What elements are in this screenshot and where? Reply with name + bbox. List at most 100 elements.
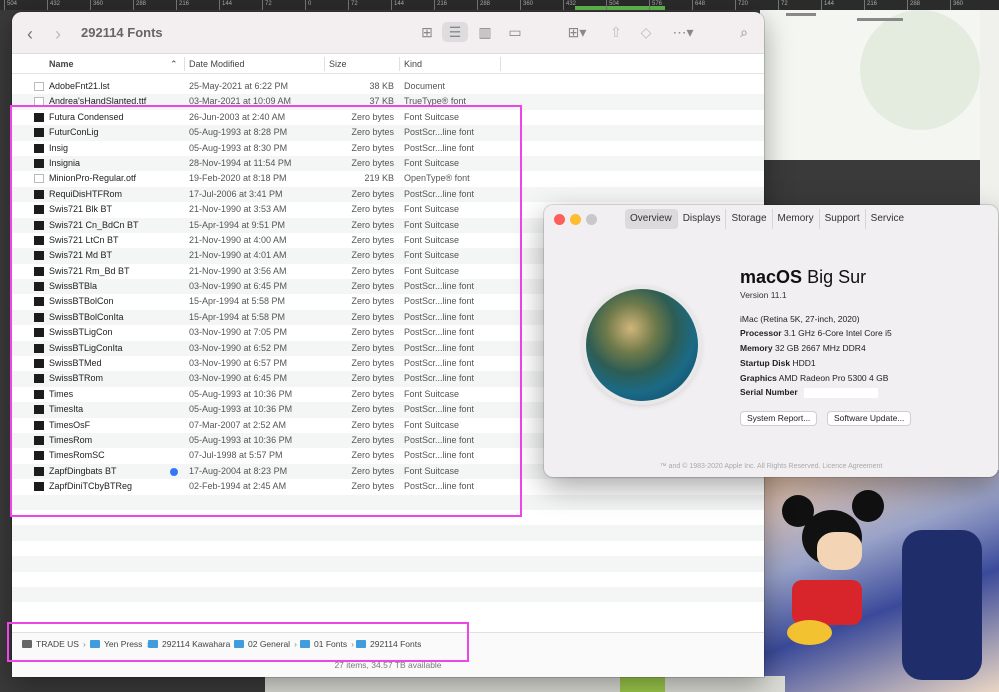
search-button[interactable]: ⌕: [734, 22, 754, 42]
spec-label: Graphics: [740, 373, 777, 383]
art-figure: [902, 530, 982, 680]
background-strip: [265, 676, 785, 692]
tab-memory[interactable]: Memory: [773, 209, 820, 229]
finder-toolbar: ‹ › 292114 Fonts ⊞ ☰ ▥ ▭ ⊞▾ ⇧ ◇ ⋯▾ ⌕: [12, 12, 764, 54]
ruler-tick-label: 72: [778, 0, 788, 10]
background-accent: [620, 676, 665, 692]
background-bar: [786, 13, 816, 16]
file-kind: Document: [404, 81, 446, 91]
model-name: iMac (Retina 5K, 27-inch, 2020): [740, 314, 860, 324]
ruler-tick-label: 216: [864, 0, 877, 10]
close-button[interactable]: [554, 214, 565, 225]
background-ruler: 504 432 360 288 216 144 72 0 72 144 216 288 360 432 50…: [0, 0, 999, 10]
gallery-view-button[interactable]: ▭: [504, 22, 526, 42]
empty-row: [12, 572, 764, 587]
background-bar: [857, 18, 903, 21]
back-button[interactable]: ‹: [27, 24, 33, 45]
spec-label: Startup Disk: [740, 358, 791, 368]
file-date: 25-May-2021 at 6:22 PM: [189, 81, 289, 91]
about-this-mac-window: Overview Displays Storage Memory Support Serv…: [544, 205, 998, 477]
zoom-button[interactable]: [586, 214, 597, 225]
minimize-button[interactable]: [570, 214, 581, 225]
list-view-button[interactable]: ☰: [442, 22, 468, 42]
ruler-tick-label: 360: [90, 0, 103, 10]
serial-redaction: [804, 387, 879, 398]
ruler-tick-label: 648: [692, 0, 705, 10]
about-tabs: Overview Displays Storage Memory Support Serv…: [625, 209, 909, 229]
ruler-tick-label: 504: [606, 0, 619, 10]
ruler-tick-label: 144: [219, 0, 232, 10]
action-menu-button[interactable]: ⋯▾: [668, 22, 698, 42]
ruler-tick-label: 288: [477, 0, 490, 10]
tab-service[interactable]: Service: [866, 209, 909, 229]
tag-button[interactable]: ◇: [636, 22, 656, 42]
os-version: Version 11.1: [740, 290, 787, 300]
empty-row: [12, 556, 764, 572]
tab-displays[interactable]: Displays: [678, 209, 727, 229]
spec-row: Graphics AMD Radeon Pro 5300 4 GB: [740, 373, 888, 383]
icon-view-button[interactable]: ⊞: [417, 22, 437, 42]
os-name: macOS Big Sur: [740, 267, 866, 288]
ruler-tick-label: 72: [348, 0, 358, 10]
column-view-button[interactable]: ▥: [474, 22, 496, 42]
spec-row: Processor 3.1 GHz 6-Core Intel Core i5: [740, 328, 892, 338]
ruler-tick-label: 288: [133, 0, 146, 10]
ruler-tick-label: 504: [4, 0, 17, 10]
column-divider: [399, 57, 400, 71]
font-list-highlight: [10, 105, 522, 517]
art-ear: [852, 490, 884, 522]
os-name-prefix: macOS: [740, 267, 803, 287]
tab-support[interactable]: Support: [820, 209, 866, 229]
spec-row: Serial Number: [740, 387, 879, 398]
column-divider: [184, 57, 185, 71]
column-name-header[interactable]: Name: [49, 59, 74, 69]
art-shoe: [787, 620, 832, 645]
sort-chevron-icon: ⌃: [170, 59, 178, 69]
ruler-tick-label: 144: [391, 0, 404, 10]
column-date-header[interactable]: Date Modified: [189, 59, 245, 69]
ruler-tick-label: 432: [563, 0, 576, 10]
spec-value: 3.1 GHz 6-Core Intel Core i5: [783, 328, 892, 338]
forward-button[interactable]: ›: [55, 24, 61, 45]
column-header: Name ⌃ Date Modified Size Kind: [12, 54, 764, 74]
big-sur-wallpaper-icon: [586, 289, 698, 401]
tab-overview[interactable]: Overview: [625, 209, 678, 229]
file-name: AdobeFnt21.lst: [49, 81, 110, 91]
spec-value: 32 GB 2667 MHz DDR4: [774, 343, 866, 353]
spec-value: AMD Radeon Pro 5300 4 GB: [778, 373, 889, 383]
column-size-header[interactable]: Size: [329, 59, 347, 69]
art-face: [817, 532, 862, 570]
column-kind-header[interactable]: Kind: [404, 59, 422, 69]
spec-label: Processor: [740, 328, 782, 338]
empty-row: [12, 602, 764, 617]
ruler-tick-label: 432: [47, 0, 60, 10]
background-artwork: [762, 470, 999, 692]
ruler-tick-label: 72: [262, 0, 272, 10]
spec-label: Memory: [740, 343, 773, 353]
empty-row: [12, 525, 764, 541]
file-size: 38 KB: [369, 81, 394, 91]
ruler-tick-label: 360: [950, 0, 963, 10]
ruler-tick-label: 216: [176, 0, 189, 10]
spec-label: Serial Number: [740, 387, 798, 397]
file-row[interactable]: AdobeFnt21.lst 25-May-2021 at 6:22 PM 38 K…: [12, 79, 764, 94]
background-document: [760, 10, 980, 160]
art-shorts: [792, 580, 862, 625]
ruler-tick-label: 0: [305, 0, 311, 10]
share-button[interactable]: ⇧: [606, 22, 626, 42]
tab-storage[interactable]: Storage: [726, 209, 773, 229]
os-name-suffix: Big Sur: [807, 267, 867, 287]
spec-row: Startup Disk HDD1: [740, 358, 816, 368]
ruler-tick-label: 216: [434, 0, 447, 10]
document-icon: [34, 82, 44, 91]
system-report-button[interactable]: System Report...: [740, 411, 818, 426]
ruler-tick-label: 144: [821, 0, 834, 10]
background-shape: [860, 10, 980, 130]
column-divider: [324, 57, 325, 71]
group-by-button[interactable]: ⊞▾: [562, 22, 592, 42]
ruler-tick-label: 576: [649, 0, 662, 10]
path-highlight: [7, 622, 469, 662]
software-update-button[interactable]: Software Update...: [827, 411, 912, 426]
spec-row: Memory 32 GB 2667 MHz DDR4: [740, 343, 866, 353]
ruler-tick-label: 720: [735, 0, 748, 10]
